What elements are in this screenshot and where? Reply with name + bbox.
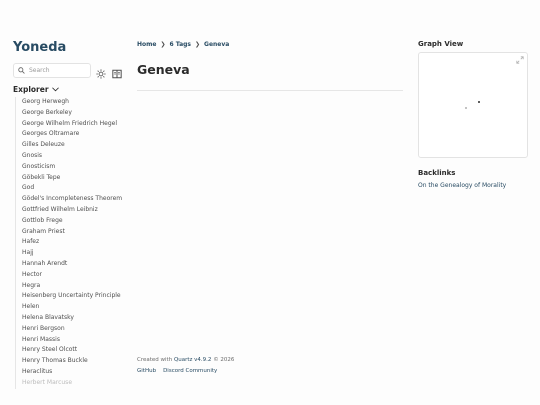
explorer-item[interactable]: George Wilhelm Friedrich Hegel xyxy=(16,119,131,130)
expand-graph-icon[interactable] xyxy=(516,56,524,64)
explorer-item[interactable]: Heraclitus xyxy=(16,367,131,378)
explorer-item[interactable]: Gnosticism xyxy=(16,162,131,173)
search-icon xyxy=(18,67,25,74)
explorer-item[interactable]: Helen xyxy=(16,302,131,313)
reader-mode-book-icon[interactable] xyxy=(112,64,122,83)
explorer-item[interactable]: Graham Priest xyxy=(16,227,131,238)
chevron-down-icon xyxy=(51,87,59,92)
explorer-item[interactable]: Herbert Marcuse xyxy=(16,378,131,389)
page-title: Geneva xyxy=(137,62,190,77)
footer-created-prefix: Created with xyxy=(137,357,173,363)
explorer-item[interactable]: Gottfried Wilhelm Leibniz xyxy=(16,205,131,216)
graph-view-title: Graph View xyxy=(418,40,464,48)
explorer-item[interactable]: Hajj xyxy=(16,248,131,259)
explorer-item[interactable]: Hector xyxy=(16,270,131,281)
search-button[interactable]: Search xyxy=(13,63,91,78)
search-placeholder: Search xyxy=(29,67,50,74)
explorer-item[interactable]: Gottlob Frege xyxy=(16,216,131,227)
backlinks-title: Backlinks xyxy=(418,169,456,177)
explorer-item[interactable]: George Berkeley xyxy=(16,108,131,119)
explorer-item[interactable]: Georges Oltramare xyxy=(16,129,131,140)
breadcrumb-separator-icon: ❯ xyxy=(195,41,201,48)
explorer-item[interactable]: Henry Thomas Buckle xyxy=(16,356,131,367)
explorer-item[interactable]: Göbekli Tepe xyxy=(16,173,131,184)
breadcrumb-tags[interactable]: 6 Tags xyxy=(170,41,192,48)
explorer-item[interactable]: Gilles Deleuze xyxy=(16,140,131,151)
theme-toggle-sun-icon[interactable] xyxy=(96,64,106,83)
graph-node-current[interactable] xyxy=(478,101,480,103)
discord-link[interactable]: Discord Community xyxy=(163,368,217,374)
github-link[interactable]: GitHub xyxy=(137,368,156,374)
explorer-item[interactable]: Henry Steel Olcott xyxy=(16,345,131,356)
graph-view[interactable] xyxy=(418,52,528,158)
graph-node[interactable] xyxy=(465,107,467,109)
footer-links: GitHub Discord Community xyxy=(137,368,217,374)
quartz-link[interactable]: Quartz v4.9.2 xyxy=(174,357,212,363)
explorer-item[interactable]: Gödel's Incompleteness Theorem xyxy=(16,194,131,205)
explorer-item[interactable]: Helena Blavatsky xyxy=(16,313,131,324)
explorer-item[interactable]: Hafez xyxy=(16,237,131,248)
footer-credit: Created with Quartz v4.9.2 © 2026 xyxy=(137,357,234,363)
explorer-item[interactable]: Hannah Arendt xyxy=(16,259,131,270)
explorer-item[interactable]: God xyxy=(16,183,131,194)
divider xyxy=(137,90,403,91)
explorer-item[interactable]: Gnosis xyxy=(16,151,131,162)
breadcrumb: Home ❯ 6 Tags ❯ Geneva xyxy=(137,41,229,48)
site-title[interactable]: Yoneda xyxy=(13,40,66,55)
backlink-item[interactable]: On the Genealogy of Morality xyxy=(418,182,506,189)
explorer-list: Georg Herwegh George Berkeley George Wilhe… xyxy=(15,97,131,389)
breadcrumb-current[interactable]: Geneva xyxy=(204,41,229,48)
explorer-item[interactable]: Hegra xyxy=(16,281,131,292)
explorer-title: Explorer xyxy=(13,85,49,94)
breadcrumb-separator-icon: ❯ xyxy=(160,41,166,48)
explorer-item[interactable]: Henri Massis xyxy=(16,335,131,346)
explorer-item[interactable]: Henri Bergson xyxy=(16,324,131,335)
explorer-toggle[interactable]: Explorer xyxy=(13,85,59,94)
footer-year: © 2026 xyxy=(213,357,235,363)
explorer-item[interactable]: Georg Herwegh xyxy=(16,97,131,108)
breadcrumb-home[interactable]: Home xyxy=(137,41,156,48)
explorer-item[interactable]: Heisenberg Uncertainty Principle xyxy=(16,291,131,302)
